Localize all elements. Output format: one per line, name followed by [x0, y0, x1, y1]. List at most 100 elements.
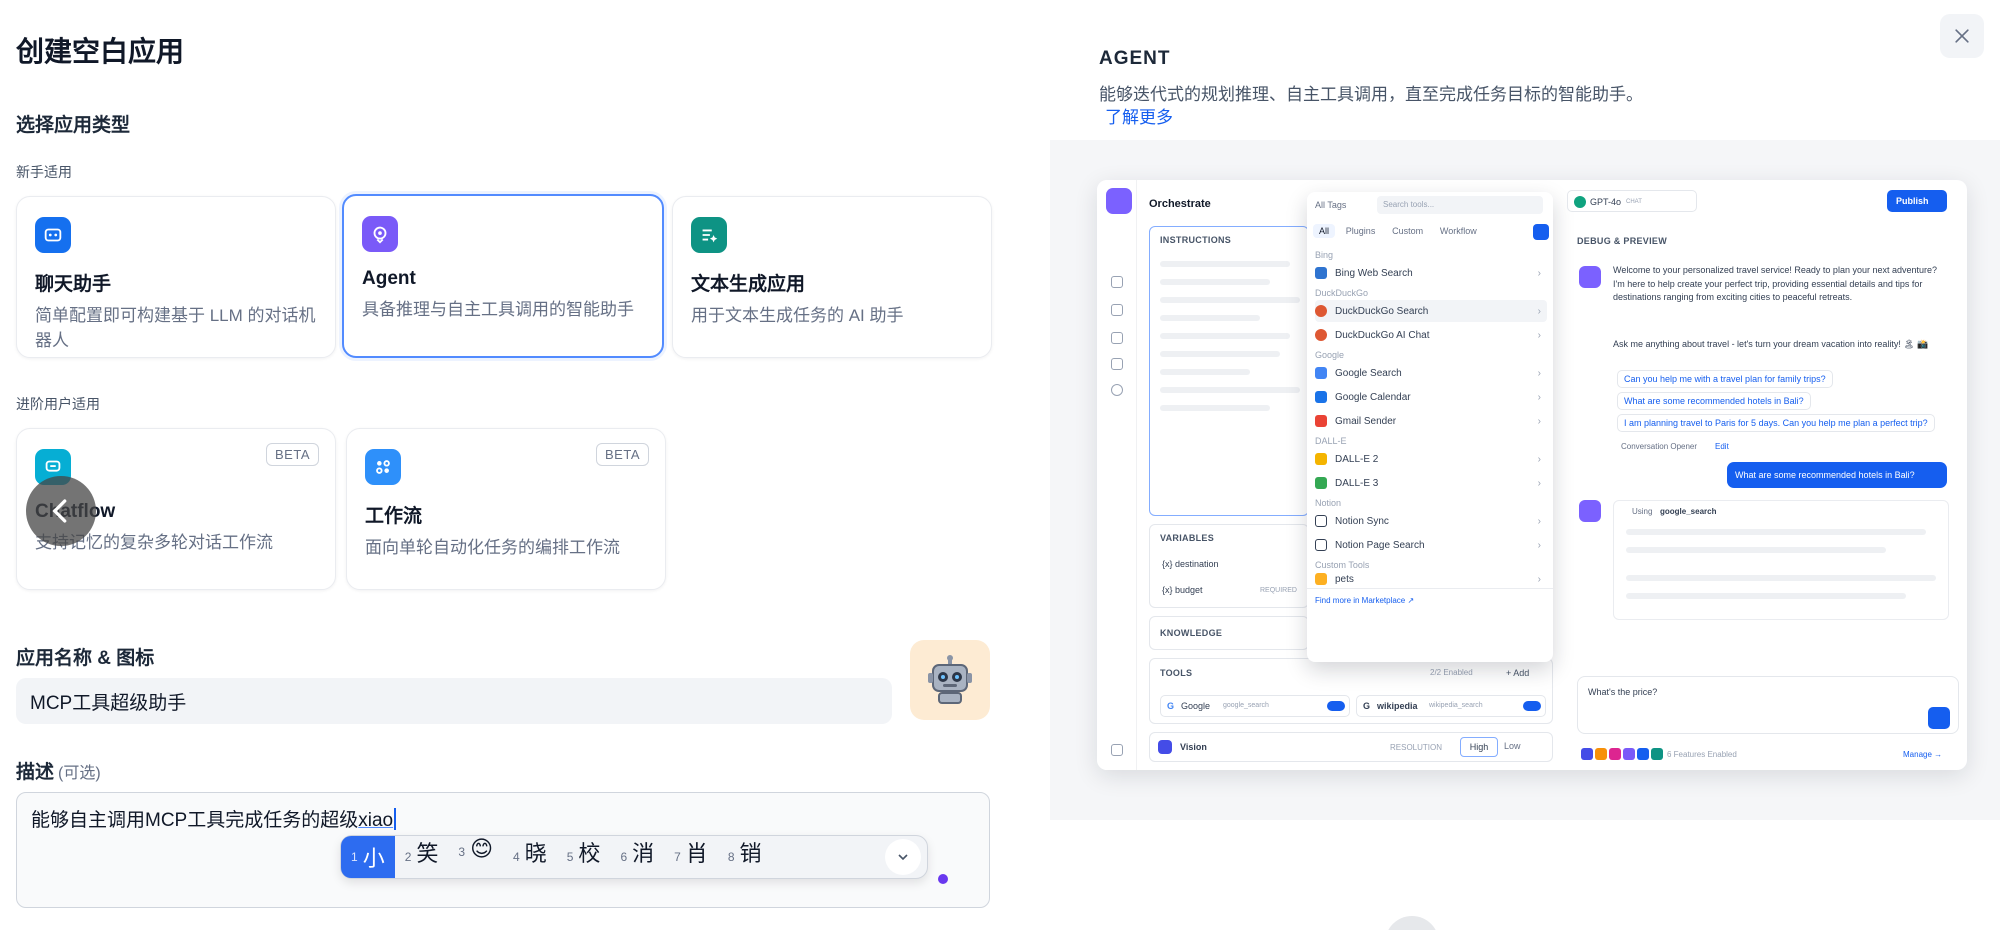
variables-label: VARIABLES — [1160, 533, 1215, 543]
learn-more-link[interactable]: 了解更多 — [1105, 103, 1173, 128]
feature-icon — [1581, 748, 1593, 760]
variable-item: {x} destination — [1162, 559, 1219, 569]
tool-row[interactable]: Gmail Sender › — [1315, 410, 1547, 432]
candidate-text: 晓 — [524, 841, 547, 866]
ime-expand-button[interactable] — [885, 839, 921, 875]
variables-panel: VARIABLES {x} destination {x} budget REQ… — [1149, 524, 1309, 608]
candidate-number: 2 — [404, 850, 412, 864]
tab-all[interactable]: All — [1313, 224, 1336, 238]
candidate-number: 5 — [566, 850, 574, 864]
ime-candidate[interactable]: 7肖 — [664, 836, 718, 878]
bing-icon — [1315, 267, 1327, 279]
suggested-question[interactable]: Can you help me with a travel plan for f… — [1617, 370, 1833, 388]
chevron-left-icon — [52, 499, 67, 523]
tab-plugins[interactable]: Plugins — [1340, 224, 1382, 238]
back-arrow-button[interactable] — [26, 476, 96, 546]
add-tool-button[interactable]: + Add — [1506, 668, 1529, 678]
ime-candidate[interactable]: 3 😊 — [448, 836, 503, 878]
tool-row[interactable]: DALL-E 3 › — [1315, 472, 1547, 494]
tool-row[interactable]: DALL-E 2 › — [1315, 448, 1547, 470]
edit-opener-link[interactable]: Edit — [1715, 442, 1729, 451]
app-type-text-generation[interactable]: 文本生成应用 用于文本生成任务的 AI 助手 — [672, 196, 992, 358]
suggested-question[interactable]: I am planning travel to Paris for 5 days… — [1617, 414, 1935, 432]
tool-picker-dropdown: All Tags Search tools... All Plugins Cus… — [1307, 192, 1553, 662]
workflow-icon — [365, 449, 401, 485]
tool-toggle[interactable] — [1523, 701, 1541, 711]
tool-row[interactable]: Notion Page Search › — [1315, 534, 1547, 556]
tool-toggle[interactable] — [1327, 701, 1345, 711]
status-dot — [938, 874, 948, 884]
tab-custom[interactable]: Custom — [1386, 224, 1429, 238]
ime-candidate[interactable]: 8销 — [718, 836, 772, 878]
candidate-text: 小 — [362, 846, 385, 871]
app-type-workflow[interactable]: BETA 工作流 面向单轮自动化任务的编排工作流 — [346, 428, 666, 590]
group-label: Google — [1315, 350, 1345, 360]
instructions-label: INSTRUCTIONS — [1160, 235, 1232, 245]
terminal-icon — [1111, 304, 1123, 316]
tool-row-label: DALL-E 3 — [1335, 477, 1379, 489]
text-generation-icon — [691, 217, 727, 253]
instructions-box: INSTRUCTIONS — [1149, 226, 1309, 516]
ime-candidate[interactable]: 6消 — [610, 836, 664, 878]
tool-row[interactable]: DuckDuckGo AI Chat › — [1315, 324, 1547, 346]
agent-preview-screenshot: Orchestrate INSTRUCTIONS VARIABLES {x} d… — [1097, 180, 1967, 770]
ime-candidate[interactable]: 4晓 — [503, 836, 557, 878]
publish-button[interactable]: Publish — [1887, 190, 1947, 212]
resolution-low[interactable]: Low — [1504, 741, 1521, 751]
feature-icons — [1581, 748, 1665, 763]
robot-icon — [928, 655, 972, 704]
app-name-input[interactable]: MCP工具超级助手 — [16, 678, 892, 724]
search-tools-input[interactable]: Search tools... — [1377, 196, 1543, 214]
group-label: DALL-E — [1315, 436, 1347, 446]
group-label: Custom Tools — [1315, 560, 1370, 570]
tool-row-label: Bing Web Search — [1335, 267, 1413, 279]
preview-title: AGENT — [1099, 48, 1171, 69]
logs-icon — [1111, 358, 1123, 370]
chat-input-text: What's the price? — [1588, 687, 1658, 697]
manage-features-link[interactable]: Manage → — [1903, 750, 1942, 759]
model-selector[interactable]: GPT-4o CHAT — [1567, 190, 1697, 212]
optional-tag: (可选) — [58, 765, 101, 782]
tool-row[interactable]: Google Calendar › — [1315, 386, 1547, 408]
tool-row[interactable]: Bing Web Search › — [1315, 262, 1547, 284]
candidate-number: 4 — [513, 850, 520, 864]
orchestrate-icon — [1111, 276, 1123, 288]
app-type-chat-assistant[interactable]: 聊天助手 简单配置即可构建基于 LLM 的对话机器人 — [16, 196, 336, 358]
send-icon[interactable] — [1928, 707, 1950, 729]
feature-icon — [1651, 748, 1663, 760]
tab-workflow[interactable]: Workflow — [1434, 224, 1483, 238]
tool-name: wikipedia — [1377, 701, 1418, 711]
bot-response: Using google_search — [1613, 500, 1949, 620]
app-type-agent[interactable]: Agent 具备推理与自主工具调用的智能助手 — [342, 194, 664, 358]
add-icon[interactable] — [1533, 224, 1549, 240]
desc-label: 描述 (可选) — [16, 757, 101, 784]
ime-candidate[interactable]: 2笑 — [395, 836, 449, 878]
feature-icon — [1623, 748, 1635, 760]
app-icon-picker[interactable] — [910, 640, 990, 720]
suggested-question[interactable]: What are some recommended hotels in Bali… — [1617, 392, 1811, 410]
tool-row[interactable]: Google Search › — [1315, 362, 1547, 384]
ime-candidate-bar: 1小 2笑 3 😊 4晓 5校 6消 7肖 8销 — [340, 835, 928, 879]
vision-panel: Vision RESOLUTION High Low — [1149, 732, 1553, 762]
all-tags-filter[interactable]: All Tags — [1315, 200, 1346, 210]
candidate-number: 7 — [674, 850, 681, 864]
close-button[interactable] — [1940, 14, 1984, 58]
ime-candidate[interactable]: 1小 — [341, 836, 395, 878]
custom-tool-icon — [1315, 573, 1327, 585]
tool-item-google: G Google google_search — [1160, 695, 1350, 717]
ime-candidate[interactable]: 5校 — [557, 836, 611, 878]
resolution-high[interactable]: High — [1460, 737, 1498, 757]
chevron-down-icon — [898, 854, 908, 861]
app-type-name: 文本生成应用 — [691, 274, 806, 295]
chat-input[interactable]: What's the price? — [1577, 676, 1959, 734]
tool-row[interactable]: DuckDuckGo Search › — [1315, 300, 1547, 322]
model-name: GPT-4o — [1590, 197, 1622, 207]
tool-row[interactable]: Notion Sync › — [1315, 510, 1547, 532]
tool-row[interactable]: pets › — [1315, 572, 1547, 586]
using-tool-name: google_search — [1660, 507, 1717, 516]
candidate-text: 😊 — [470, 836, 494, 861]
notion-icon — [1315, 539, 1327, 551]
tool-row-label: Gmail Sender — [1335, 415, 1397, 427]
marketplace-link[interactable]: Find more in Marketplace ↗ — [1315, 596, 1414, 605]
tool-row-label: DALL-E 2 — [1335, 453, 1379, 465]
